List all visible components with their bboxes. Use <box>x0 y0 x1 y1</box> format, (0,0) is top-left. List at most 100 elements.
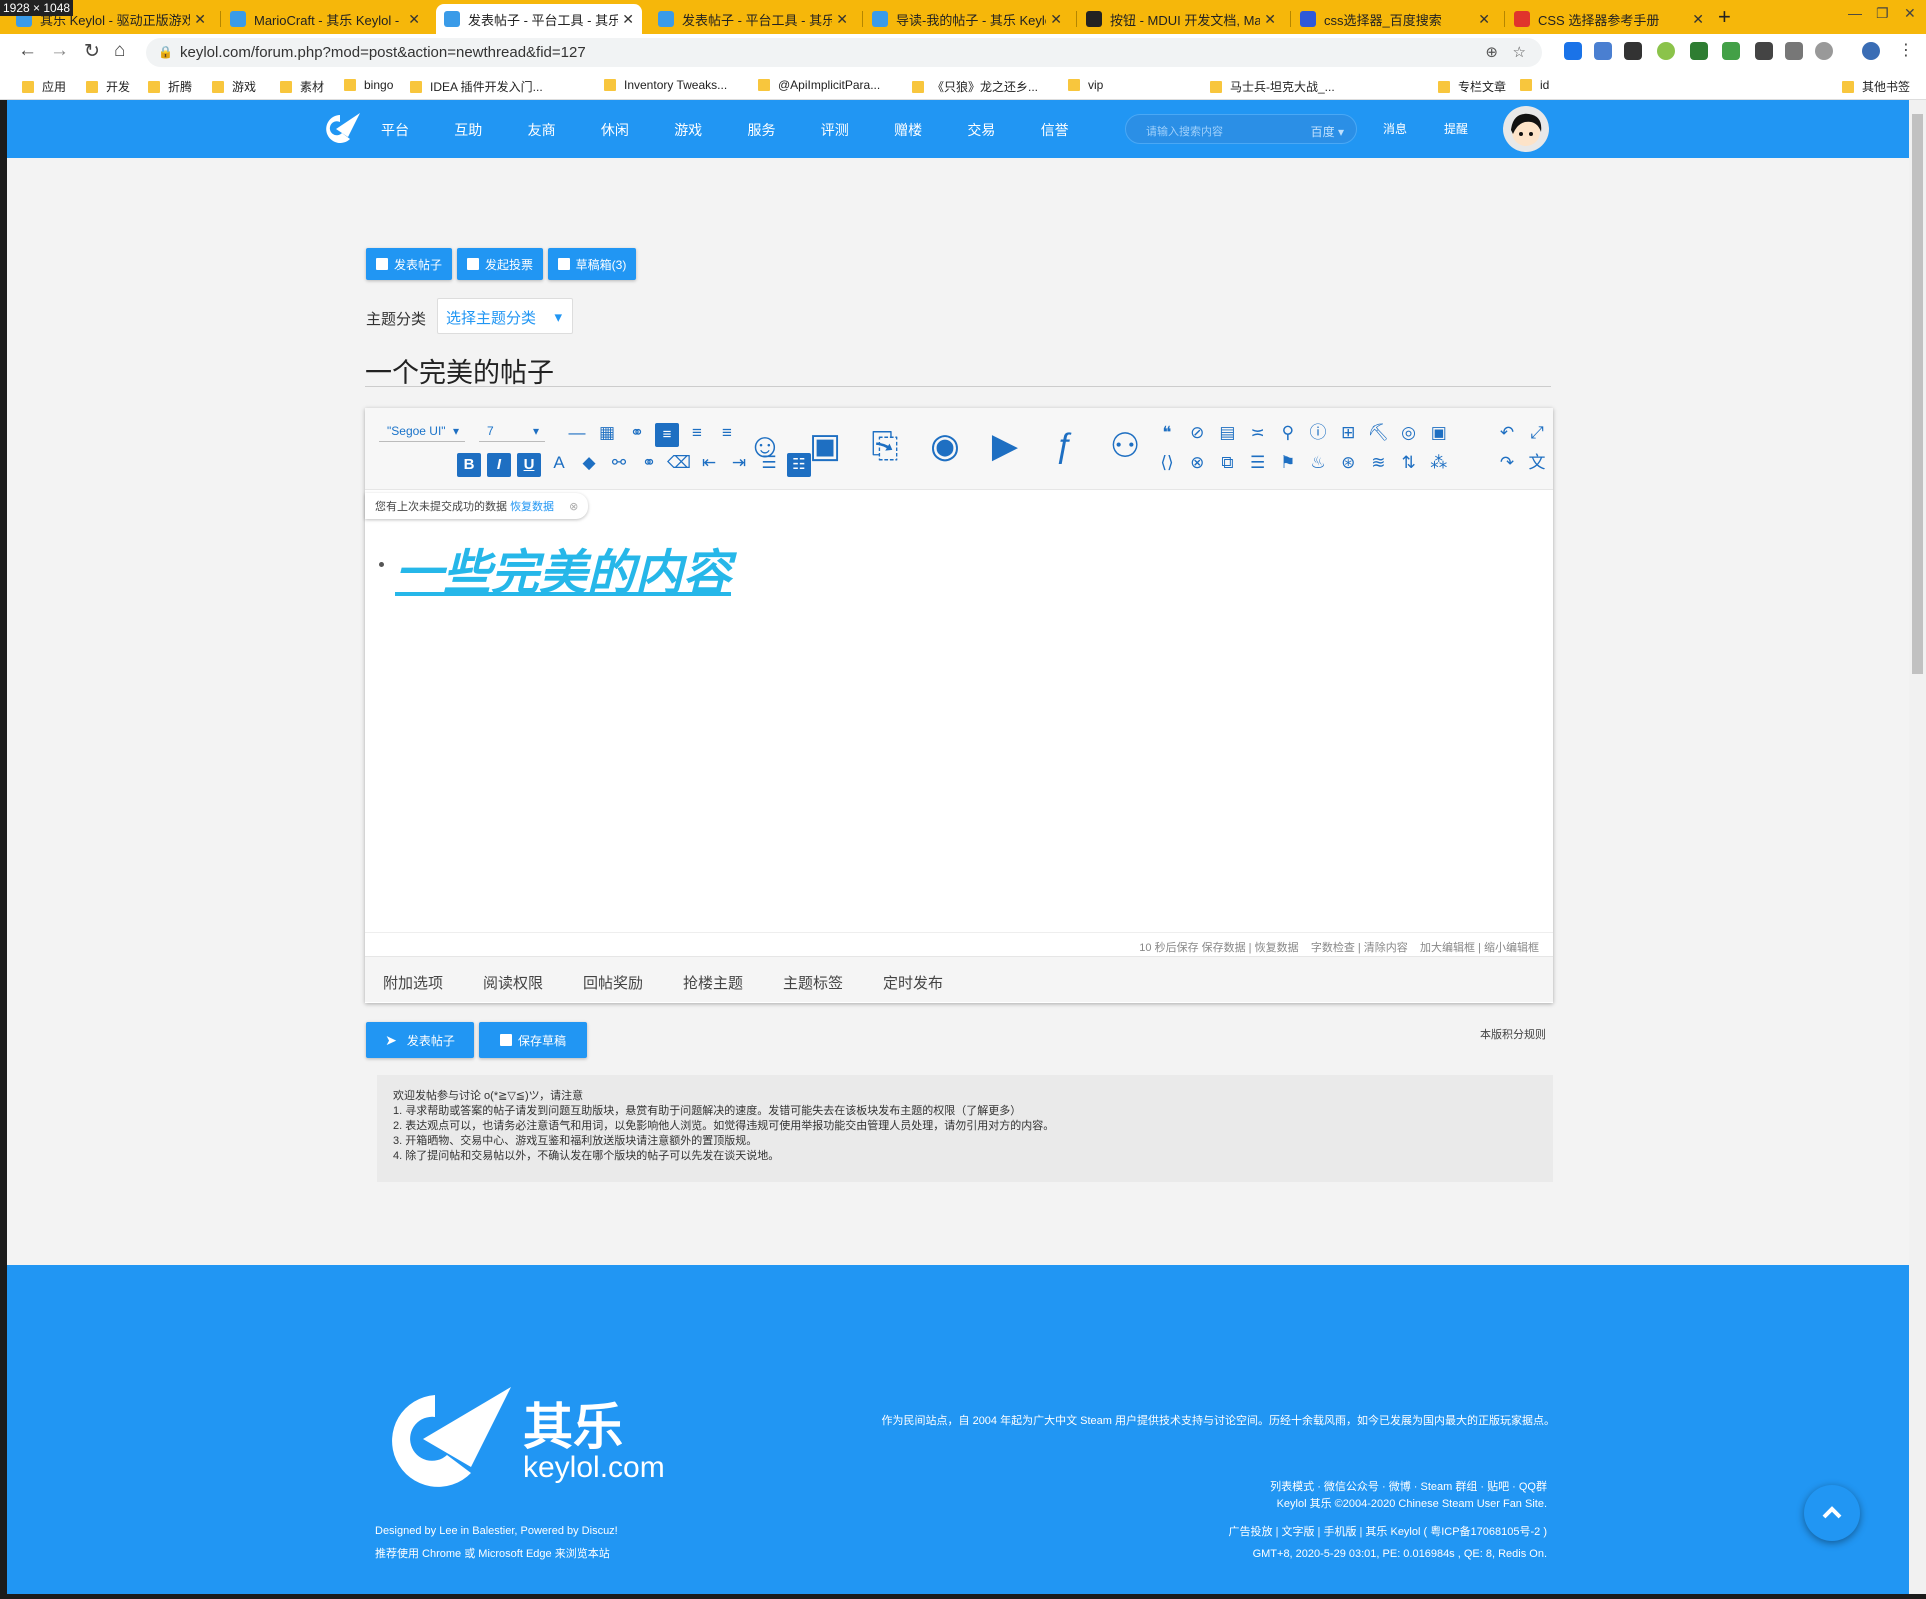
submit-post-button[interactable]: ➤ 发表帖子 <box>366 1022 474 1058</box>
extension-icon[interactable] <box>1657 42 1675 60</box>
bookmark-item[interactable]: vip <box>1068 78 1103 92</box>
bookmark-item[interactable]: IDEA 插件开发入门... <box>410 78 543 95</box>
bookmark-item[interactable]: bingo <box>344 78 393 92</box>
bookmark-item[interactable]: 应用 <box>22 78 66 95</box>
browser-tab[interactable]: 按钮 - MDUI 开发文档, Ma ✕ <box>1078 4 1284 34</box>
key-icon[interactable]: ⚲ <box>1276 423 1300 443</box>
board-rules-link[interactable]: 本版积分规则 <box>1480 1026 1546 1042</box>
extension-icon[interactable] <box>1564 42 1582 60</box>
close-window-icon[interactable]: ✕ <box>1904 5 1916 22</box>
quote-icon[interactable]: ❝ <box>1155 423 1179 443</box>
nav-item[interactable]: 友商 <box>528 120 556 140</box>
users-icon[interactable]: ⚇ <box>1105 426 1145 466</box>
smiley-icon[interactable]: ☺ <box>745 426 785 466</box>
close-icon[interactable]: ✕ <box>1692 11 1704 28</box>
flash-icon[interactable]: ƒ <box>1045 426 1085 466</box>
hammer-icon[interactable]: ⛏ <box>1366 423 1390 443</box>
steam-icon[interactable]: ♨ <box>1306 453 1330 473</box>
editor-option-tab[interactable]: 附加选项 <box>383 972 443 993</box>
unlink-icon[interactable]: ⚭ <box>625 423 649 443</box>
font-color-icon[interactable]: A <box>547 453 571 473</box>
video-icon[interactable]: ▶ <box>985 426 1025 466</box>
link-icon[interactable]: ⚯ <box>607 453 631 473</box>
bold-icon[interactable]: B <box>457 453 481 477</box>
nav-item[interactable]: 互助 <box>454 120 482 140</box>
attachment-icon[interactable]: ⎘ <box>865 426 905 466</box>
address-bar[interactable]: 🔒 keylol.com/forum.php?mod=post&action=n… <box>146 38 1542 67</box>
close-icon[interactable]: ✕ <box>622 11 634 28</box>
extension-icon[interactable] <box>1755 42 1773 60</box>
footer-legal[interactable]: 广告投放 | 文字版 | 手机版 | 其乐 Keylol ( 粤ICP备1706… <box>1229 1523 1547 1539</box>
marquee-icon[interactable]: ≋ <box>1366 453 1390 473</box>
minimize-icon[interactable]: — <box>1848 5 1862 21</box>
close-icon[interactable]: ✕ <box>1478 11 1490 28</box>
scrollbar-thumb[interactable] <box>1912 114 1923 674</box>
code-block-icon[interactable]: ⊘ <box>1185 423 1209 443</box>
category-select[interactable]: 选择主题分类 ▾ <box>437 298 573 334</box>
horizontal-rule-icon[interactable]: — <box>565 423 589 443</box>
more-icon[interactable]: ⁂ <box>1427 453 1451 473</box>
close-icon[interactable]: ✕ <box>1264 11 1276 28</box>
download-icon[interactable] <box>1785 42 1803 60</box>
align-right-icon[interactable]: ≡ <box>715 423 739 443</box>
reload-icon[interactable]: ↻ <box>84 40 100 63</box>
menu-icon[interactable]: ⋮ <box>1898 40 1914 60</box>
editor-option-tab[interactable]: 主题标签 <box>783 972 843 993</box>
bookmark-item[interactable]: 素材 <box>280 78 324 95</box>
image-icon[interactable]: ▣ <box>805 426 845 466</box>
font-size-select[interactable]: 7 ▾ <box>479 420 545 442</box>
pin-icon[interactable]: ⚑ <box>1276 453 1300 473</box>
browser-tab[interactable]: 发表帖子 - 平台工具 - 其乐 ✕ <box>436 4 642 34</box>
home-icon[interactable]: ⌂ <box>114 40 125 62</box>
save-draft-button[interactable]: 保存草稿 <box>479 1022 587 1058</box>
browser-tab[interactable]: CSS 选择器参考手册 ✕ <box>1506 4 1712 34</box>
browser-tab[interactable]: css选择器_百度搜索 ✕ <box>1292 4 1498 34</box>
frame-icon[interactable]: ⧉ <box>1215 453 1239 473</box>
extension-icon[interactable] <box>1624 42 1642 60</box>
restore-icon[interactable]: ❐ <box>1876 5 1889 22</box>
forward-icon[interactable]: → <box>50 40 69 62</box>
audio-icon[interactable]: ◉ <box>925 426 965 466</box>
close-icon[interactable]: ✕ <box>836 11 848 28</box>
fullscreen-icon[interactable]: ⤢ <box>1525 423 1549 443</box>
eraser-icon[interactable]: ⌫ <box>667 453 691 473</box>
index-icon[interactable]: ⊞ <box>1336 423 1360 443</box>
editor-option-tab[interactable]: 抢楼主题 <box>683 972 743 993</box>
extension-icon[interactable] <box>1690 42 1708 60</box>
fill-color-icon[interactable]: ◆ <box>577 453 601 473</box>
sort-icon[interactable]: ⇅ <box>1397 453 1421 473</box>
nav-item[interactable]: 信誉 <box>1041 120 1069 140</box>
add-icon[interactable]: ⊕ <box>1485 38 1498 67</box>
shield-icon[interactable] <box>1722 42 1740 60</box>
bookmark-item[interactable]: id <box>1520 78 1549 92</box>
nav-item[interactable]: 休闲 <box>601 120 629 140</box>
free-icon[interactable]: ≍ <box>1246 423 1270 443</box>
editor-option-tab[interactable]: 回帖奖励 <box>583 972 643 993</box>
nav-item[interactable]: 赠楼 <box>894 120 922 140</box>
align-left-icon[interactable]: ≡ <box>655 423 679 447</box>
italic-icon[interactable]: I <box>487 453 511 477</box>
editor-option-tab[interactable]: 定时发布 <box>883 972 943 993</box>
nav-item[interactable]: 平台 <box>381 120 409 140</box>
bookmark-item[interactable]: 开发 <box>86 78 130 95</box>
scroll-to-top-button[interactable] <box>1804 1485 1860 1541</box>
nav-item[interactable]: 服务 <box>748 120 776 140</box>
thread-title-input[interactable]: 一个完美的帖子 <box>365 345 1551 388</box>
hide-icon[interactable]: ▤ <box>1215 423 1239 443</box>
new-tab-icon[interactable]: + <box>1718 4 1731 30</box>
browser-tab[interactable]: 发表帖子 - 平台工具 - 其乐 ✕ <box>650 4 856 34</box>
history-icon[interactable] <box>1815 42 1833 60</box>
undo-icon[interactable]: ↶ <box>1495 423 1519 443</box>
search-box[interactable]: 请输入搜索内容 百度 ▾ <box>1125 114 1357 144</box>
back-icon[interactable]: ← <box>18 40 37 62</box>
footer-links[interactable]: 列表模式 · 微信公众号 · 微博 · Steam 群组 · 贴吧 · QQ群 <box>1270 1478 1547 1494</box>
keylol-logo-icon[interactable] <box>320 113 360 145</box>
close-icon[interactable]: ⊗ <box>569 501 578 513</box>
bookmark-item[interactable]: Inventory Tweaks... <box>604 78 727 92</box>
redo-icon[interactable]: ↷ <box>1495 453 1519 473</box>
nav-item[interactable]: 评测 <box>821 120 849 140</box>
profile-avatar[interactable] <box>1862 42 1880 60</box>
star-icon[interactable]: ☆ <box>1513 38 1526 67</box>
box-icon[interactable]: ▣ <box>1427 423 1451 443</box>
bookmark-item[interactable]: 马士兵-坦克大战_... <box>1210 78 1335 95</box>
